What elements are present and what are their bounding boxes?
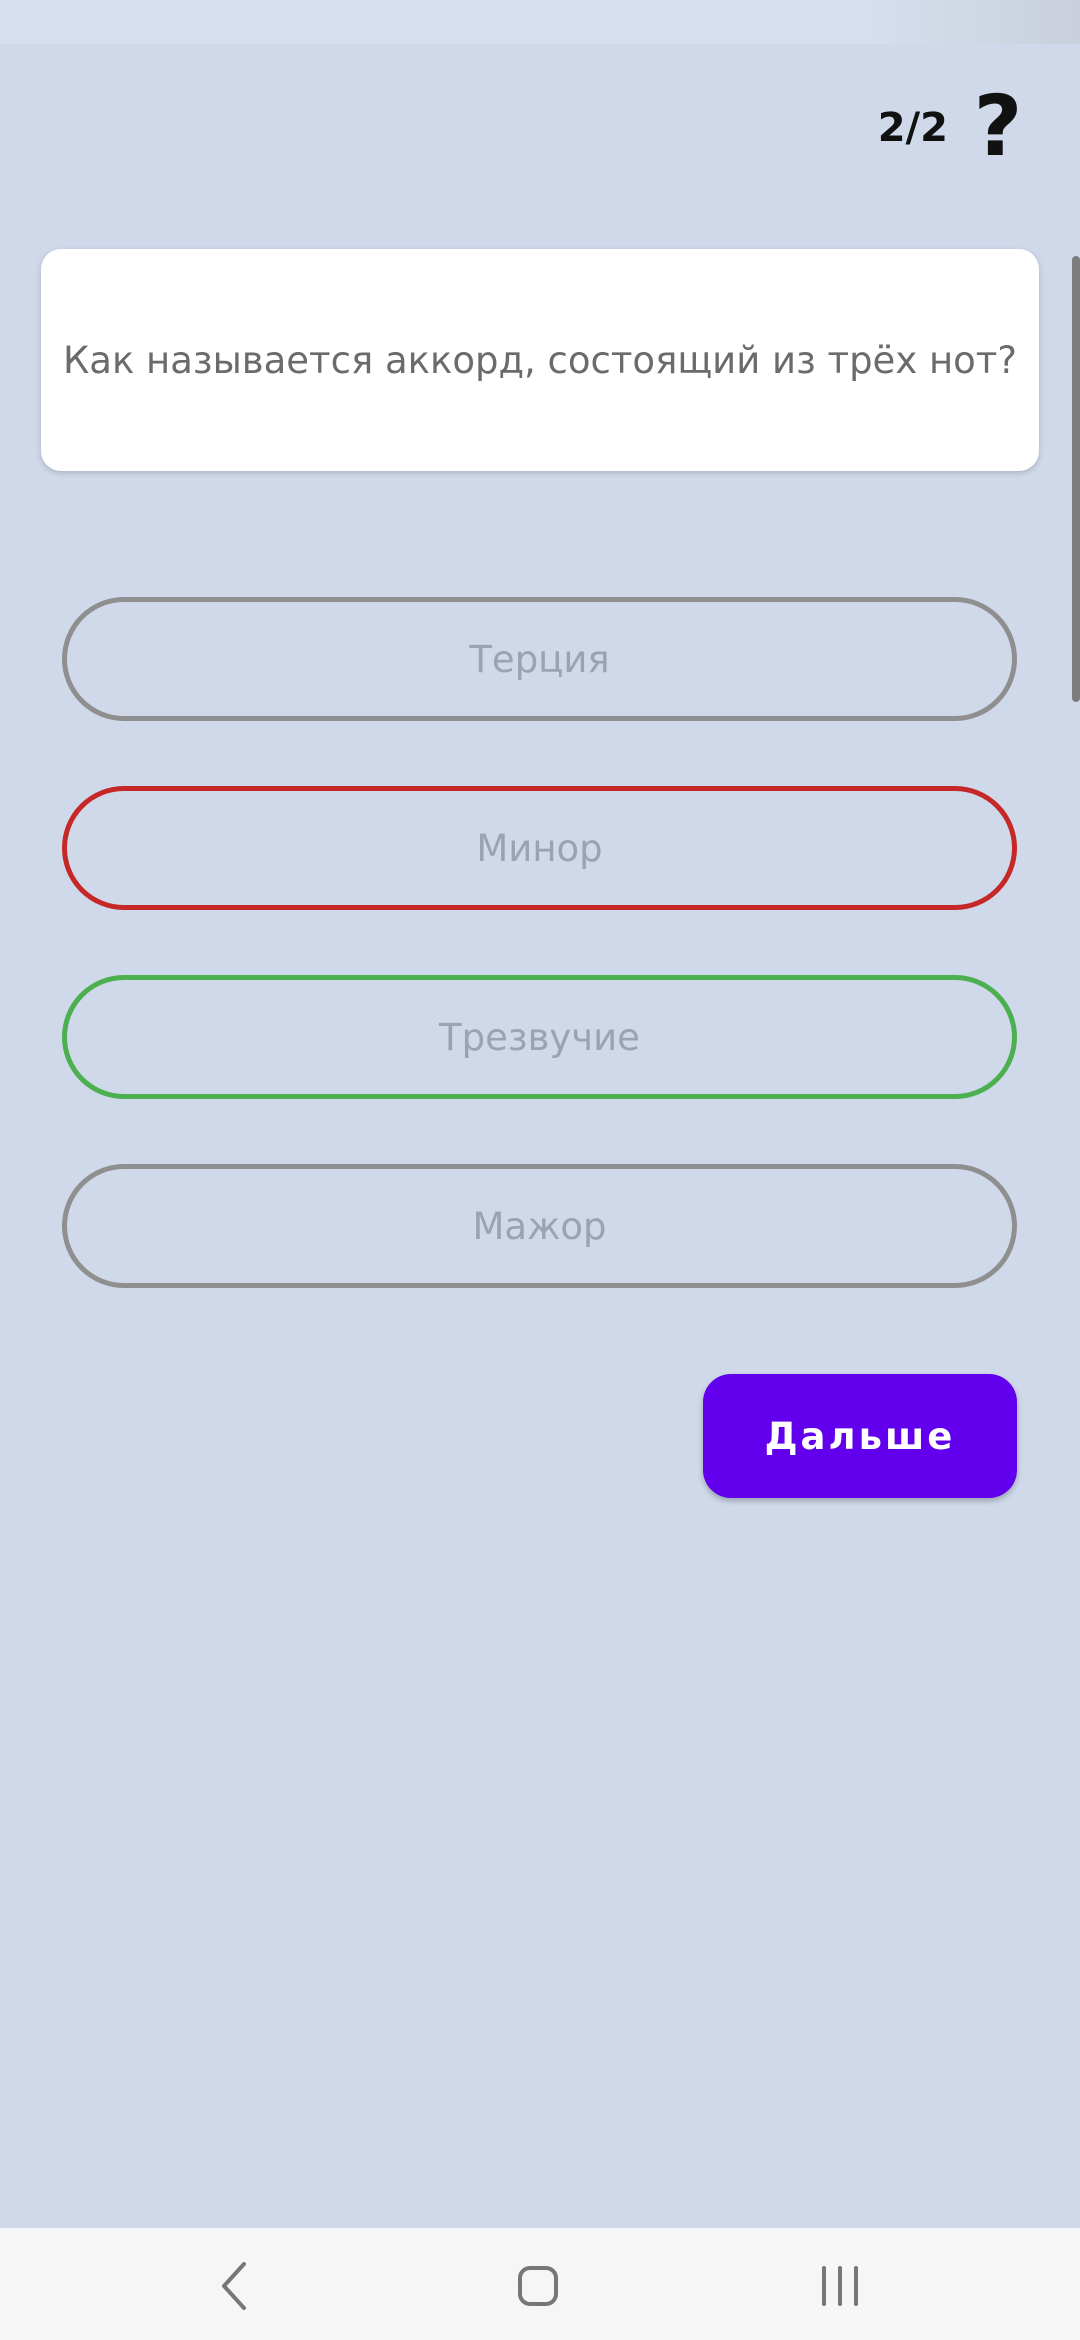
scrollbar-thumb[interactable] <box>1072 256 1080 702</box>
recents-icon <box>822 2266 858 2306</box>
question-text: Как называется аккорд, состоящий из трёх… <box>63 338 1017 382</box>
answer-option-1[interactable]: Терция <box>62 597 1017 721</box>
answer-option-label: Терция <box>469 637 610 681</box>
chevron-left-icon <box>222 2262 246 2310</box>
nav-recents-button[interactable] <box>810 2256 870 2316</box>
answer-option-4[interactable]: Мажор <box>62 1164 1017 1288</box>
answer-option-3[interactable]: Трезвучие <box>62 975 1017 1099</box>
answer-option-2[interactable]: Минор <box>62 786 1017 910</box>
answer-option-label: Трезвучие <box>439 1015 640 1059</box>
nav-home-button[interactable] <box>508 2256 568 2316</box>
nav-back-button[interactable] <box>206 2256 266 2316</box>
system-nav-bar <box>0 2228 1080 2340</box>
next-button[interactable]: Дальше <box>703 1374 1017 1498</box>
help-icon[interactable]: ? <box>968 84 1028 168</box>
next-button-label: Дальше <box>764 1414 956 1458</box>
question-counter: 2/2 <box>877 105 948 151</box>
answer-option-label: Минор <box>476 826 603 870</box>
home-icon <box>518 2266 558 2306</box>
status-bar <box>0 0 1080 44</box>
question-card: Как называется аккорд, состоящий из трёх… <box>41 249 1039 471</box>
answer-option-label: Мажор <box>472 1204 607 1248</box>
